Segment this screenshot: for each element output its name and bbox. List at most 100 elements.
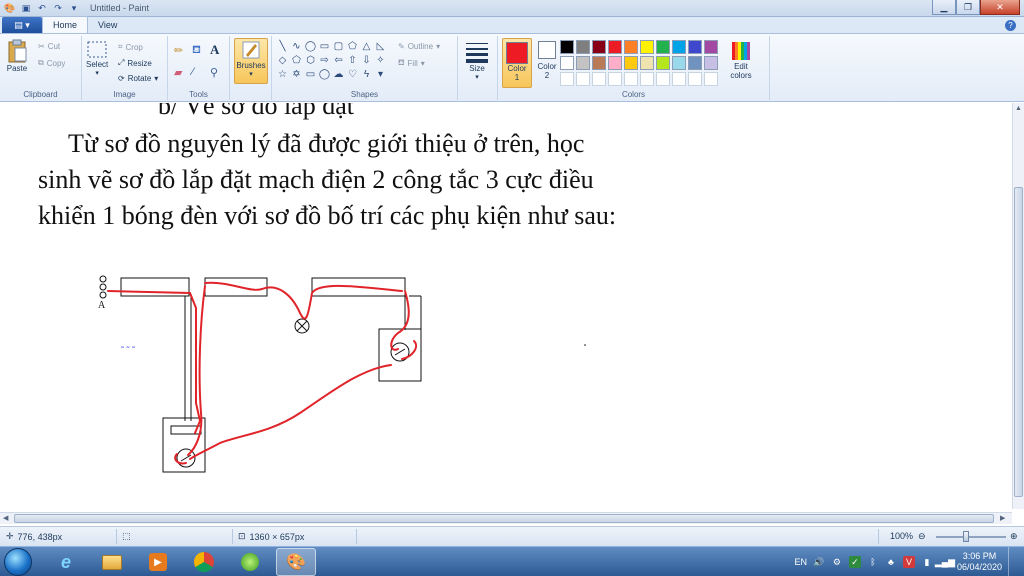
pentagon-shape-icon[interactable]: ⬠ <box>290 54 303 67</box>
outline-button[interactable]: ✎ Outline ▾ <box>398 42 440 51</box>
resize-button[interactable]: ⤢ Resize <box>118 58 152 68</box>
zoom-in-button[interactable]: ⊕ <box>1010 531 1018 542</box>
curve-shape-icon[interactable]: ∿ <box>290 40 303 53</box>
palette-swatch[interactable] <box>592 56 606 70</box>
callout-cloud-shape-icon[interactable]: ☁ <box>332 68 345 81</box>
select-button[interactable]: Select ▾ <box>86 40 108 77</box>
palette-swatch[interactable] <box>672 40 686 54</box>
zoom-out-button[interactable]: ⊖ <box>918 531 926 542</box>
scroll-left-arrow[interactable]: ◀ <box>3 514 8 522</box>
tray-app-icon[interactable]: ♣ <box>885 556 897 568</box>
diamond-shape-icon[interactable]: ◇ <box>276 54 289 67</box>
zoom-slider-track[interactable] <box>936 536 1006 538</box>
rounded-rectangle-shape-icon[interactable]: ▢ <box>332 40 345 53</box>
show-desktop-button[interactable] <box>1008 547 1018 576</box>
canvas-workspace[interactable]: b/ Vẽ sơ đồ lắp đặt Từ sơ đồ nguyên lý đ… <box>0 103 1012 509</box>
palette-swatch-empty[interactable] <box>592 72 606 86</box>
scroll-up-arrow[interactable]: ▲ <box>1015 105 1022 112</box>
battery-icon[interactable]: ▮ <box>921 556 933 568</box>
palette-swatch-empty[interactable] <box>576 72 590 86</box>
text-tool[interactable]: A <box>210 42 219 58</box>
callout-oval-shape-icon[interactable]: ◯ <box>318 68 331 81</box>
palette-swatch[interactable] <box>640 40 654 54</box>
taskbar-app-green[interactable] <box>230 548 270 576</box>
language-indicator[interactable]: EN <box>794 557 807 567</box>
magnifier-tool[interactable]: ⚲ <box>210 66 218 79</box>
palette-swatch[interactable] <box>656 40 670 54</box>
palette-swatch[interactable] <box>688 56 702 70</box>
crop-button[interactable]: ⌗ Crop <box>118 42 143 52</box>
palette-swatch[interactable] <box>624 40 638 54</box>
up-arrow-shape-icon[interactable]: ⇧ <box>346 54 359 67</box>
taskbar-paint[interactable]: 🎨 <box>276 548 316 576</box>
heart-shape-icon[interactable]: ♡ <box>346 68 359 81</box>
taskbar-ie[interactable]: e <box>46 548 86 576</box>
redo-icon[interactable]: ↷ <box>52 2 64 14</box>
edit-colors-button[interactable]: Edit colors <box>730 40 752 80</box>
hexagon-shape-icon[interactable]: ⬡ <box>304 54 317 67</box>
eraser-tool[interactable]: ▰ <box>174 66 182 79</box>
signal-icon[interactable]: ▂▄▆ <box>935 556 955 568</box>
vertical-scrollbar[interactable]: ▲ <box>1012 103 1024 509</box>
tray-check-icon[interactable]: ✓ <box>848 556 861 568</box>
palette-swatch[interactable] <box>640 56 654 70</box>
fill-button[interactable]: ⛾ Fill ▾ <box>398 58 425 68</box>
maximize-button[interactable]: ❐ <box>956 0 980 15</box>
size-button[interactable]: Size ▾ <box>464 40 490 81</box>
right-triangle-shape-icon[interactable]: ◺ <box>374 40 387 53</box>
undo-icon[interactable]: ↶ <box>36 2 48 14</box>
palette-swatch[interactable] <box>672 56 686 70</box>
rotate-button[interactable]: ⟳ Rotate ▾ <box>118 74 158 83</box>
palette-swatch[interactable] <box>592 40 606 54</box>
brushes-button[interactable]: Brushes ▾ <box>234 38 268 84</box>
tab-view[interactable]: View <box>88 16 127 33</box>
palette-swatch[interactable] <box>560 56 574 70</box>
shapes-scroll-icon[interactable]: ▾ <box>374 68 387 81</box>
zoom-slider-thumb[interactable] <box>963 531 969 542</box>
scroll-right-arrow[interactable]: ▶ <box>1000 514 1005 522</box>
vivaldi-icon[interactable]: V <box>902 556 915 568</box>
palette-swatch[interactable] <box>704 56 718 70</box>
minimize-button[interactable]: ▁ <box>932 0 956 15</box>
fill-tool[interactable]: ⛾ <box>192 44 201 58</box>
paint-app-icon[interactable]: 🎨 <box>4 2 16 14</box>
customize-qat-icon[interactable]: ▾ <box>68 2 80 14</box>
palette-swatch-empty[interactable] <box>624 72 638 86</box>
color1-button[interactable]: Color 1 <box>502 38 532 88</box>
palette-swatch[interactable] <box>560 40 574 54</box>
copy-button[interactable]: ⧉ Copy <box>38 58 65 68</box>
tray-settings-icon[interactable]: ⚙ <box>831 556 843 568</box>
bluetooth-icon[interactable]: ᛒ <box>867 556 879 568</box>
clock[interactable]: 3:06 PM 06/04/2020 <box>957 551 1002 573</box>
down-arrow-shape-icon[interactable]: ⇩ <box>360 54 373 67</box>
close-button[interactable]: ✕ <box>980 0 1020 15</box>
horizontal-scroll-thumb[interactable] <box>14 514 994 523</box>
volume-icon[interactable]: 🔊 <box>813 556 825 568</box>
taskbar-explorer[interactable] <box>92 548 132 576</box>
paste-button[interactable]: Paste <box>6 38 28 73</box>
start-button[interactable] <box>4 548 32 576</box>
triangle-shape-icon[interactable]: △ <box>360 40 373 53</box>
palette-swatch[interactable] <box>576 56 590 70</box>
taskbar-chrome[interactable] <box>184 548 224 576</box>
palette-swatch[interactable] <box>688 40 702 54</box>
palette-swatch-empty[interactable] <box>672 72 686 86</box>
right-arrow-shape-icon[interactable]: ⇨ <box>318 54 331 67</box>
color2-button[interactable]: Color 2 <box>536 41 558 80</box>
palette-swatch-empty[interactable] <box>704 72 718 86</box>
polygon-shape-icon[interactable]: ⬠ <box>346 40 359 53</box>
file-menu-button[interactable]: ▤ ▾ <box>2 17 42 33</box>
palette-swatch[interactable] <box>576 40 590 54</box>
six-point-star-shape-icon[interactable]: ✡ <box>290 68 303 81</box>
palette-swatch-empty[interactable] <box>608 72 622 86</box>
callout-rect-shape-icon[interactable]: ▭ <box>304 68 317 81</box>
palette-swatch-empty[interactable] <box>640 72 654 86</box>
palette-swatch[interactable] <box>608 56 622 70</box>
five-point-star-shape-icon[interactable]: ☆ <box>276 68 289 81</box>
palette-swatch[interactable] <box>608 40 622 54</box>
help-icon[interactable]: ? <box>1005 20 1016 31</box>
line-shape-icon[interactable]: ╲ <box>276 40 289 53</box>
left-arrow-shape-icon[interactable]: ⇦ <box>332 54 345 67</box>
lightning-shape-icon[interactable]: ϟ <box>360 68 373 81</box>
save-icon[interactable]: ▣ <box>20 2 32 14</box>
